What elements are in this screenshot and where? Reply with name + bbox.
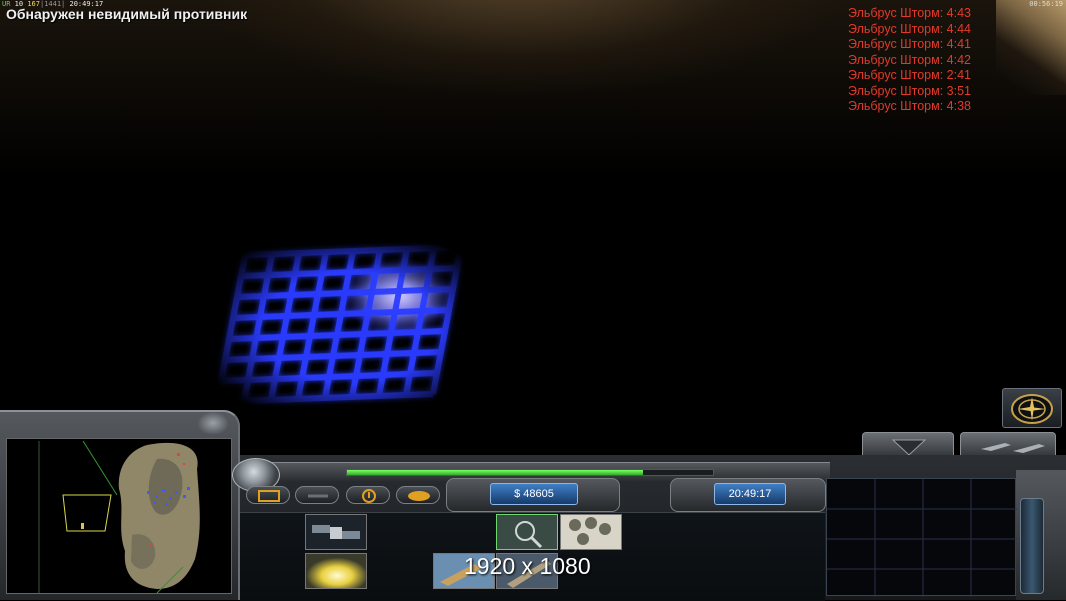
build-icon-paradrop[interactable] <box>560 514 622 550</box>
storm-timer: Эльбрус Шторм: 4:44 <box>848 21 971 36</box>
paradrop-icon <box>561 515 621 549</box>
blue-grid-effect <box>214 244 464 405</box>
minimap-render <box>38 440 200 594</box>
alert-button[interactable] <box>346 486 390 504</box>
build-icon-satellite[interactable] <box>305 514 367 550</box>
game-time-display: 20:49:17 <box>714 483 786 505</box>
command-grid[interactable] <box>826 478 1017 597</box>
money-display: $ 48605 <box>490 483 578 505</box>
system-clock: 00:56:19 <box>1029 0 1063 8</box>
storm-timer: Эльбрус Шторм: 2:41 <box>848 68 971 82</box>
sell-button[interactable] <box>295 486 339 504</box>
minimap-knob <box>198 412 228 434</box>
terrain-corner <box>996 0 1066 95</box>
repair-button[interactable] <box>246 486 290 504</box>
power-bar-fill <box>347 470 644 475</box>
repair-icon <box>258 490 280 502</box>
compass-button[interactable] <box>1002 388 1062 428</box>
storm-timer: Эльбрус Шторм: 4:42 <box>848 52 971 67</box>
command-grid-lines <box>827 479 1017 597</box>
satellite-icon <box>306 515 366 549</box>
build-icon-lightning[interactable] <box>305 553 367 589</box>
resolution-overlay: 1920 x 1080 <box>464 553 591 579</box>
side-slot[interactable] <box>1020 498 1044 594</box>
chat-icon <box>408 491 430 501</box>
storm-timer: Эльбрус Шторм: 4:38 <box>848 99 971 113</box>
build-icon-radar[interactable] <box>496 514 558 550</box>
diplomacy-button[interactable] <box>396 486 440 504</box>
radar-scan-icon <box>497 515 557 549</box>
compass-icon <box>1011 394 1053 424</box>
sell-icon <box>308 494 328 498</box>
storm-timer: Эльбрус Шторм: 3:51 <box>848 83 971 98</box>
storm-timer-list: Эльбрус Шторм: 4:43 Эльбрус Шторм: 4:44 … <box>848 6 971 115</box>
storm-timer: Эльбрус Шторм: 4:43 <box>848 6 971 20</box>
alert-message: Обнаружен невидимый противник <box>6 6 248 22</box>
lightning-strike-icon <box>306 554 366 588</box>
power-bar <box>346 469 714 476</box>
minimap[interactable] <box>6 438 232 594</box>
storm-timer: Эльбрус Шторм: 4:41 <box>848 37 971 51</box>
exclamation-icon <box>362 489 376 503</box>
